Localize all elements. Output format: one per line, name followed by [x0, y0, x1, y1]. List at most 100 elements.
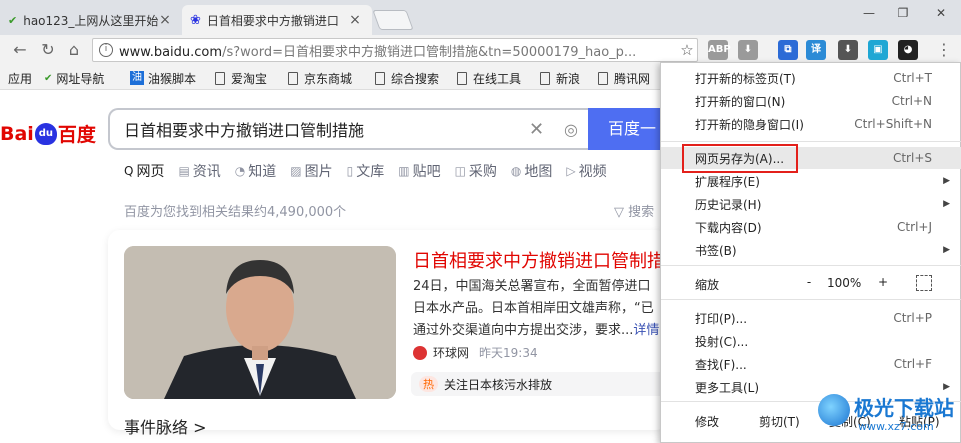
menu-new-window[interactable]: 打开新的窗口(N) Ctrl+N	[661, 90, 961, 112]
tab-map[interactable]: ◍ 地图	[511, 161, 552, 181]
tab-wenku[interactable]: ▯ 文库	[347, 161, 385, 181]
baidu-logo[interactable]: Bai du 百度	[0, 120, 96, 147]
bookmark-qq[interactable]: 腾讯网	[598, 69, 650, 87]
menu-shortcut: Ctrl+Shift+N	[854, 117, 932, 131]
home-icon[interactable]: ⌂	[64, 40, 84, 60]
menu-print[interactable]: 打印(P)... Ctrl+P	[661, 307, 961, 329]
tab-web[interactable]: Q 网页	[124, 161, 164, 181]
mask-ext-icon[interactable]: ◕	[898, 40, 918, 60]
zoom-in-button[interactable]: +	[875, 275, 891, 289]
search-nav-tabs: Q 网页 ▤ 资讯 ◔ 知道 ▨ 图片 ▯ 文库 ▥ 贴吧 ◫ 采购 ◍ 地图 ▷ 视频	[124, 161, 621, 181]
chrome-menu: 打开新的标签页(T) Ctrl+T 打开新的窗口(N) Ctrl+N 打开新的隐身窗口(…	[660, 62, 961, 443]
question-icon: ◔	[234, 164, 246, 178]
menu-shortcut: Ctrl+N	[891, 94, 932, 108]
bookmark-taobao[interactable]: 爱淘宝	[215, 69, 267, 87]
menu-kebab-icon[interactable]: ⋮	[934, 40, 954, 60]
menu-extensions[interactable]: 扩展程序(E) ▶	[661, 170, 961, 192]
search-icon: Q	[124, 164, 134, 178]
menu-shortcut: Ctrl+P	[893, 311, 932, 325]
menu-find[interactable]: 查找(F)... Ctrl+F	[661, 353, 961, 375]
close-tab-icon[interactable]: ×	[348, 12, 362, 28]
zoom-out-button[interactable]: -	[801, 275, 817, 289]
reload-icon[interactable]: ↻	[38, 40, 58, 60]
minimize-button[interactable]: —	[856, 6, 882, 24]
bookmark-star-icon[interactable]: ☆	[677, 41, 697, 59]
tab-purchase[interactable]: ◫ 采购	[455, 161, 497, 181]
menu-cast[interactable]: 投射(C)...	[661, 330, 961, 352]
translate-ext-icon[interactable]: 译	[806, 40, 826, 60]
menu-new-tab[interactable]: 打开新的标签页(T) Ctrl+T	[661, 67, 961, 89]
tab-hao123[interactable]: ✔ hao123_上网从这里开始 ×	[0, 5, 182, 35]
tab-zhidao[interactable]: ◔ 知道	[235, 161, 276, 181]
baidu-paw-icon: ❀	[190, 12, 201, 28]
bookmark-jd[interactable]: 京东商城	[288, 69, 352, 87]
search-tools[interactable]: ▽ 搜索	[614, 201, 654, 220]
clear-icon[interactable]: ✕	[529, 119, 544, 140]
menu-item-label: 投射(C)...	[695, 334, 749, 349]
menu-incognito[interactable]: 打开新的隐身窗口(I) Ctrl+Shift+N	[661, 113, 961, 135]
info-icon[interactable]: i	[99, 43, 113, 57]
menu-bookmarks[interactable]: 书签(B) ▶	[661, 239, 961, 261]
fullscreen-icon[interactable]	[916, 275, 932, 291]
tampermonkey-icon: 油	[130, 71, 144, 85]
bookmark-sina[interactable]: 新浪	[540, 69, 580, 87]
news-photo[interactable]	[124, 246, 396, 399]
new-tab-button[interactable]	[372, 10, 414, 30]
restore-button[interactable]: ❐	[890, 6, 916, 24]
document-icon	[457, 71, 467, 85]
tab-baidu[interactable]: ❀ 日首相要求中方撤销进口 ×	[182, 5, 372, 35]
adblock-plus-icon[interactable]: ABP	[708, 40, 731, 60]
address-bar[interactable]: i www.baidu.com/s?word=日首相要求中方撤销进口管制措施&t…	[92, 38, 698, 62]
bookmark-hao123[interactable]: ✔ 网址导航	[44, 69, 104, 87]
map-pin-icon: ◍	[510, 164, 522, 178]
search-input[interactable]: 日首相要求中方撤销进口管制措施 ✕ ◎	[108, 108, 588, 150]
screenshot-ext-icon[interactable]: ⧉	[778, 40, 798, 60]
download-arrow-icon[interactable]: ⬇	[838, 40, 858, 60]
camera-icon[interactable]: ◎	[564, 120, 578, 139]
result-count: 百度为您找到相关结果约4,490,000个	[124, 205, 347, 220]
cut-button[interactable]: 剪切(T)	[759, 413, 800, 430]
menu-shortcut: Ctrl+F	[893, 357, 932, 371]
portrait-image	[124, 246, 396, 399]
tab-video[interactable]: ▷ 视频	[566, 161, 606, 181]
zoom-level: 100%	[827, 276, 862, 290]
bookmark-search[interactable]: 综合搜索	[375, 69, 439, 87]
tab-title: hao123_上网从这里开始	[23, 13, 158, 28]
submenu-arrow-icon: ▶	[943, 199, 950, 209]
close-window-button[interactable]: ✕	[928, 6, 954, 24]
hao123-icon: ✔	[8, 13, 18, 27]
document-icon: ▯	[346, 164, 354, 178]
menu-item-label: 更多工具(L)	[695, 380, 760, 395]
back-arrow-icon[interactable]: ←	[10, 40, 30, 60]
hao123-icon: ✔	[44, 72, 53, 84]
tab-news[interactable]: ▤ 资讯	[178, 161, 220, 181]
menu-item-label: 打开新的标签页(T)	[695, 71, 796, 86]
news-title[interactable]: 日首相要求中方撤销进口管制措	[413, 247, 665, 273]
video-icon: ▷	[566, 164, 576, 178]
image-icon: ▨	[290, 164, 302, 178]
zoom-label: 缩放	[695, 278, 720, 292]
news-icon: ▤	[178, 164, 190, 178]
baidu-paw-icon: du	[34, 122, 57, 145]
menu-item-label: 打印(P)...	[695, 311, 748, 326]
close-tab-icon[interactable]: ×	[158, 12, 172, 28]
menu-history[interactable]: 历史记录(H) ▶	[661, 193, 961, 215]
url-text: www.baidu.com/s?word=日首相要求中方撤销进口管制措施&tn=…	[119, 44, 637, 60]
tab-tieba[interactable]: ▥ 贴吧	[398, 161, 440, 181]
download-helper-icon[interactable]: ⬇	[738, 40, 758, 60]
document-icon	[215, 71, 225, 85]
bookmark-tools[interactable]: 在线工具	[457, 69, 521, 87]
filter-icon: ▽	[614, 205, 629, 220]
events-timeline-link[interactable]: 事件脉络 >	[124, 414, 207, 438]
search-button[interactable]: 百度一	[588, 108, 660, 150]
hot-topic[interactable]: 热 关注日本核污水排放	[411, 372, 671, 396]
capture-ext-icon[interactable]: ▣	[868, 40, 888, 60]
tab-images[interactable]: ▨ 图片	[290, 161, 332, 181]
menu-downloads[interactable]: 下载内容(D) Ctrl+J	[661, 216, 961, 238]
tab-strip: ✔ hao123_上网从这里开始 × ❀ 日首相要求中方撤销进口 × — ❐ ✕	[0, 0, 961, 35]
bookmark-tampermonkey[interactable]: 油 油猴脚本	[130, 69, 196, 87]
bookmark-apps[interactable]: 应用	[8, 69, 32, 87]
menu-item-label: 下载内容(D)	[695, 220, 762, 235]
search-query: 日首相要求中方撤销进口管制措施	[124, 121, 365, 140]
tab-title: 日首相要求中方撤销进口	[206, 13, 339, 28]
